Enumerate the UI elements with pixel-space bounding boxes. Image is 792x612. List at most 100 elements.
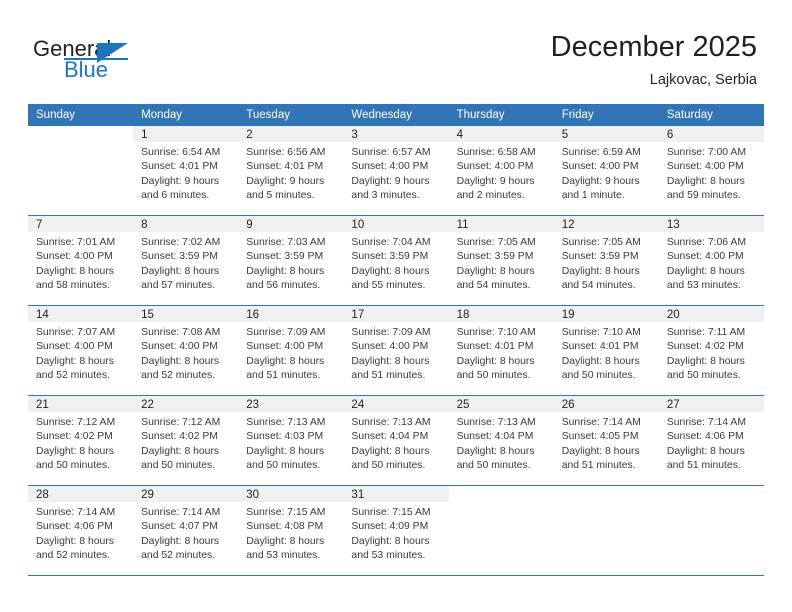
calendar-day-cell[interactable]: 18 Sunrise: 7:10 AM Sunset: 4:01 PM Dayligh… bbox=[448, 305, 554, 396]
day-sun-info: Sunrise: 7:05 AM Sunset: 3:59 PM Daylight:… bbox=[449, 233, 554, 294]
day-info-sunset: Sunset: 4:02 PM bbox=[141, 431, 218, 443]
day-cell-inner: 16 Sunrise: 7:09 AM Sunset: 4:00 PM Dayligh… bbox=[238, 306, 344, 395]
day-info-sunrise: Sunrise: 7:11 AM bbox=[666, 327, 746, 338]
calendar-day-cell[interactable]: 17 Sunrise: 7:09 AM Sunset: 4:00 PM Dayligh… bbox=[343, 305, 449, 396]
calendar-day-cell[interactable]: 22 Sunrise: 7:12 AM Sunset: 4:02 PM Dayligh… bbox=[133, 395, 239, 486]
calendar-day-cell[interactable]: 9 Sunrise: 7:03 AM Sunset: 3:59 PM Daylight… bbox=[238, 215, 344, 306]
calendar-day-cell[interactable]: 2 Sunrise: 6:56 AM Sunset: 4:01 PM Daylight… bbox=[238, 126, 344, 216]
day-info-daylight1: Daylight: 8 hours bbox=[456, 265, 535, 277]
day-info-daylight1: Daylight: 8 hours bbox=[666, 175, 745, 187]
day-sun-info: Sunrise: 7:09 AM Sunset: 4:00 PM Daylight:… bbox=[238, 323, 343, 384]
calendar-day-cell[interactable]: 16 Sunrise: 7:09 AM Sunset: 4:00 PM Dayligh… bbox=[238, 305, 344, 396]
day-info-daylight1: Daylight: 8 hours bbox=[36, 265, 114, 277]
calendar-day-cell[interactable]: 28 Sunrise: 7:14 AM Sunset: 4:06 PM Dayligh… bbox=[28, 485, 134, 576]
calendar-day-cell[interactable]: 26 Sunrise: 7:14 AM Sunset: 4:05 PM Dayligh… bbox=[553, 395, 659, 486]
weekday-header-thursday: Thursday bbox=[448, 104, 554, 126]
day-cell-inner: 10 Sunrise: 7:04 AM Sunset: 3:59 PM Dayligh… bbox=[343, 216, 449, 305]
day-sun-info: Sunrise: 7:15 AM Sunset: 4:09 PM Daylight:… bbox=[343, 503, 448, 564]
calendar-table: Sunday Monday Tuesday Wednesday Thursday… bbox=[28, 104, 764, 576]
day-cell-inner: 26 Sunrise: 7:14 AM Sunset: 4:05 PM Dayligh… bbox=[553, 396, 659, 485]
calendar-day-cell[interactable]: 24 Sunrise: 7:13 AM Sunset: 4:04 PM Dayligh… bbox=[343, 395, 449, 486]
day-cell-inner: 25 Sunrise: 7:13 AM Sunset: 4:04 PM Dayligh… bbox=[448, 396, 554, 485]
calendar-page: General Blue December 2025 Lajkovac, Ser… bbox=[0, 0, 792, 612]
day-info-daylight2: and 6 minutes. bbox=[141, 190, 210, 202]
calendar-day-cell[interactable]: 13 Sunrise: 7:06 AM Sunset: 4:00 PM Dayligh… bbox=[658, 215, 764, 306]
calendar-day-cell[interactable]: 7 Sunrise: 7:01 AM Sunset: 4:00 PM Daylight… bbox=[28, 215, 134, 306]
day-info-sunrise: Sunrise: 7:14 AM bbox=[141, 507, 221, 518]
calendar-day-cell[interactable]: 14 Sunrise: 7:07 AM Sunset: 4:00 PM Dayligh… bbox=[28, 305, 134, 396]
calendar-day-cell[interactable]: 31 Sunrise: 7:15 AM Sunset: 4:09 PM Dayligh… bbox=[343, 485, 449, 576]
day-number: 14 bbox=[28, 306, 134, 323]
day-sun-info: Sunrise: 7:08 AM Sunset: 4:00 PM Daylight:… bbox=[133, 323, 238, 384]
day-cell-inner: 3 Sunrise: 6:57 AM Sunset: 4:00 PM Daylight… bbox=[343, 126, 449, 215]
day-cell-inner: 8 Sunrise: 7:02 AM Sunset: 3:59 PM Daylight… bbox=[133, 216, 239, 305]
day-number: 7 bbox=[28, 216, 134, 233]
calendar-day-cell[interactable]: 25 Sunrise: 7:13 AM Sunset: 4:04 PM Dayligh… bbox=[448, 395, 554, 486]
day-info-sunset: Sunset: 4:00 PM bbox=[666, 161, 744, 173]
calendar-day-cell[interactable]: 30 Sunrise: 7:15 AM Sunset: 4:08 PM Dayligh… bbox=[238, 485, 344, 576]
brand-logo[interactable]: General Blue bbox=[33, 37, 163, 85]
calendar-day-cell[interactable]: 11 Sunrise: 7:05 AM Sunset: 3:59 PM Dayligh… bbox=[448, 215, 554, 306]
day-info-daylight2: and 58 minutes. bbox=[36, 280, 110, 292]
calendar-day-cell[interactable]: 23 Sunrise: 7:13 AM Sunset: 4:03 PM Dayligh… bbox=[238, 395, 344, 486]
calendar-day-cell[interactable]: 29 Sunrise: 7:14 AM Sunset: 4:07 PM Dayligh… bbox=[133, 485, 239, 576]
day-number: 9 bbox=[238, 216, 344, 233]
day-info-sunrise: Sunrise: 7:14 AM bbox=[666, 417, 746, 428]
day-cell-inner: 20 Sunrise: 7:11 AM Sunset: 4:02 PM Dayligh… bbox=[658, 306, 764, 395]
day-info-daylight1: Daylight: 8 hours bbox=[36, 535, 114, 547]
day-info-daylight2: and 51 minutes. bbox=[561, 460, 636, 472]
day-info-daylight2: and 50 minutes. bbox=[246, 460, 321, 472]
day-cell-inner: 29 Sunrise: 7:14 AM Sunset: 4:07 PM Dayligh… bbox=[133, 486, 239, 575]
day-sun-info: Sunrise: 7:07 AM Sunset: 4:00 PM Daylight:… bbox=[28, 323, 133, 384]
day-info-sunrise: Sunrise: 7:15 AM bbox=[351, 507, 431, 518]
day-info-daylight2: and 51 minutes. bbox=[246, 370, 321, 382]
day-cell-inner: 18 Sunrise: 7:10 AM Sunset: 4:01 PM Dayligh… bbox=[448, 306, 554, 395]
day-info-sunrise: Sunrise: 7:13 AM bbox=[456, 417, 536, 428]
day-sun-info: Sunrise: 7:04 AM Sunset: 3:59 PM Daylight:… bbox=[343, 233, 448, 294]
day-info-sunrise: Sunrise: 7:15 AM bbox=[246, 507, 326, 518]
calendar-body: 1 Sunrise: 6:54 AM Sunset: 4:01 PM Daylight… bbox=[28, 126, 764, 576]
weekday-header-tuesday: Tuesday bbox=[238, 104, 344, 126]
day-number bbox=[658, 486, 764, 503]
day-info-sunrise: Sunrise: 7:00 AM bbox=[666, 147, 746, 158]
day-info-sunset: Sunset: 4:02 PM bbox=[666, 341, 744, 353]
day-sun-info: Sunrise: 7:12 AM Sunset: 4:02 PM Daylight:… bbox=[133, 413, 238, 474]
day-cell-inner: 19 Sunrise: 7:10 AM Sunset: 4:01 PM Dayligh… bbox=[553, 306, 659, 395]
calendar-day-cell[interactable]: 1 Sunrise: 6:54 AM Sunset: 4:01 PM Daylight… bbox=[133, 126, 239, 216]
day-cell-inner: 15 Sunrise: 7:08 AM Sunset: 4:00 PM Dayligh… bbox=[133, 306, 239, 395]
calendar-day-cell[interactable]: 4 Sunrise: 6:58 AM Sunset: 4:00 PM Daylight… bbox=[448, 126, 554, 216]
day-info-daylight2: and 50 minutes. bbox=[36, 460, 110, 472]
day-info-daylight2: and 52 minutes. bbox=[36, 550, 110, 562]
day-info-sunrise: Sunrise: 7:02 AM bbox=[141, 237, 221, 248]
day-number: 11 bbox=[448, 216, 554, 233]
day-cell-inner: 13 Sunrise: 7:06 AM Sunset: 4:00 PM Dayligh… bbox=[658, 216, 764, 305]
calendar-day-cell[interactable]: 6 Sunrise: 7:00 AM Sunset: 4:00 PM Daylight… bbox=[658, 126, 764, 216]
calendar-day-cell[interactable]: 21 Sunrise: 7:12 AM Sunset: 4:02 PM Dayligh… bbox=[28, 395, 134, 486]
day-sun-info: Sunrise: 7:10 AM Sunset: 4:01 PM Daylight:… bbox=[554, 323, 659, 384]
day-cell-inner: 12 Sunrise: 7:05 AM Sunset: 3:59 PM Dayligh… bbox=[553, 216, 659, 305]
calendar-day-cell[interactable]: 5 Sunrise: 6:59 AM Sunset: 4:00 PM Daylight… bbox=[553, 126, 659, 216]
day-info-sunrise: Sunrise: 7:09 AM bbox=[246, 327, 326, 338]
day-cell-inner: 1 Sunrise: 6:54 AM Sunset: 4:01 PM Daylight… bbox=[133, 126, 239, 215]
day-cell-inner: 7 Sunrise: 7:01 AM Sunset: 4:00 PM Daylight… bbox=[28, 216, 134, 305]
calendar-day-cell[interactable]: 10 Sunrise: 7:04 AM Sunset: 3:59 PM Dayligh… bbox=[343, 215, 449, 306]
calendar-day-cell[interactable]: 3 Sunrise: 6:57 AM Sunset: 4:00 PM Daylight… bbox=[343, 126, 449, 216]
day-number: 26 bbox=[553, 396, 659, 413]
day-info-sunset: Sunset: 4:01 PM bbox=[141, 161, 218, 173]
calendar-day-cell[interactable]: 20 Sunrise: 7:11 AM Sunset: 4:02 PM Dayligh… bbox=[658, 305, 764, 396]
day-info-daylight1: Daylight: 8 hours bbox=[141, 265, 220, 277]
calendar-day-cell[interactable]: 27 Sunrise: 7:14 AM Sunset: 4:06 PM Dayligh… bbox=[658, 395, 764, 486]
calendar-day-cell[interactable]: 15 Sunrise: 7:08 AM Sunset: 4:00 PM Dayligh… bbox=[133, 305, 239, 396]
day-sun-info: Sunrise: 7:00 AM Sunset: 4:00 PM Daylight:… bbox=[659, 143, 764, 204]
page-title: December 2025 bbox=[550, 31, 757, 63]
day-info-sunrise: Sunrise: 7:05 AM bbox=[561, 237, 641, 248]
calendar-day-cell[interactable]: 19 Sunrise: 7:10 AM Sunset: 4:01 PM Dayligh… bbox=[553, 305, 659, 396]
day-sun-info: Sunrise: 7:06 AM Sunset: 4:00 PM Daylight:… bbox=[659, 233, 764, 294]
day-sun-info: Sunrise: 7:05 AM Sunset: 3:59 PM Daylight:… bbox=[554, 233, 659, 294]
day-sun-info: Sunrise: 6:56 AM Sunset: 4:01 PM Daylight:… bbox=[238, 143, 343, 204]
day-info-daylight1: Daylight: 8 hours bbox=[456, 445, 535, 457]
calendar-day-cell[interactable]: 12 Sunrise: 7:05 AM Sunset: 3:59 PM Dayligh… bbox=[553, 215, 659, 306]
calendar-day-cell[interactable]: 8 Sunrise: 7:02 AM Sunset: 3:59 PM Daylight… bbox=[133, 215, 239, 306]
day-info-sunset: Sunset: 4:00 PM bbox=[351, 161, 429, 173]
day-info-sunrise: Sunrise: 7:13 AM bbox=[246, 417, 326, 428]
